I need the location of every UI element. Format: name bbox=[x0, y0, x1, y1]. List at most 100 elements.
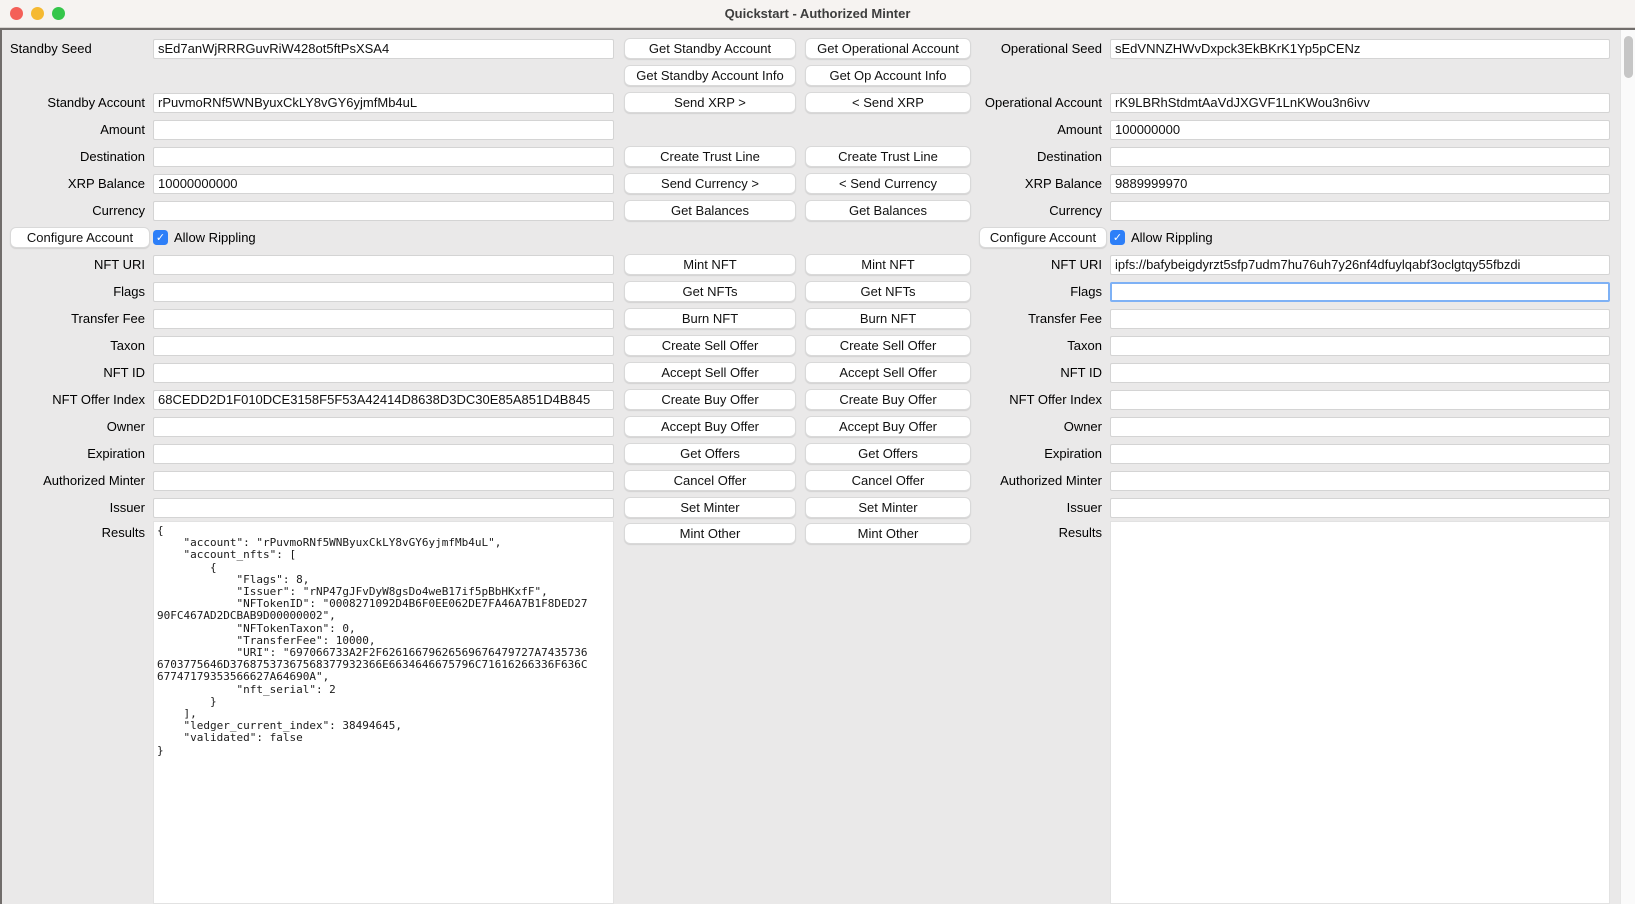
operational-transfer-fee-input[interactable] bbox=[1110, 309, 1610, 329]
operational-account-input[interactable] bbox=[1110, 93, 1610, 113]
standby-nft-id-input[interactable] bbox=[153, 363, 614, 383]
row-destination: Destination Create Trust Line Create Tru… bbox=[2, 143, 1635, 170]
standby-create-sell-offer-button[interactable]: Create Sell Offer bbox=[624, 335, 796, 356]
operational-mint-nft-button[interactable]: Mint NFT bbox=[805, 254, 971, 275]
operational-allow-rippling-checkbox[interactable]: ✓ bbox=[1110, 230, 1125, 245]
row-results: Results { "account": "rPuvmoRNf5WNByuxCk… bbox=[2, 521, 1635, 904]
standby-get-nfts-button[interactable]: Get NFTs bbox=[624, 281, 796, 302]
operational-issuer-input[interactable] bbox=[1110, 498, 1610, 518]
row-xrp-balance: XRP Balance Send Currency > < Send Curre… bbox=[2, 170, 1635, 197]
operational-amount-input[interactable] bbox=[1110, 120, 1610, 140]
standby-results-textarea[interactable]: { "account": "rPuvmoRNf5WNByuxCkLY8vGY6y… bbox=[153, 521, 614, 904]
operational-taxon-input[interactable] bbox=[1110, 336, 1610, 356]
get-standby-account-info-button[interactable]: Get Standby Account Info bbox=[624, 65, 796, 86]
operational-xrp-balance-input[interactable] bbox=[1110, 174, 1610, 194]
operational-flags-input[interactable] bbox=[1110, 282, 1610, 302]
operational-destination-input[interactable] bbox=[1110, 147, 1610, 167]
standby-owner-input[interactable] bbox=[153, 417, 614, 437]
operational-currency-input[interactable] bbox=[1110, 201, 1610, 221]
standby-amount-input[interactable] bbox=[153, 120, 614, 140]
standby-destination-input[interactable] bbox=[153, 147, 614, 167]
standby-currency-input[interactable] bbox=[153, 201, 614, 221]
operational-expiration-input[interactable] bbox=[1110, 444, 1610, 464]
operational-accept-sell-offer-button[interactable]: Accept Sell Offer bbox=[805, 362, 971, 383]
window-title: Quickstart - Authorized Minter bbox=[725, 6, 911, 21]
operational-seed-label: Operational Seed bbox=[979, 41, 1107, 56]
standby-taxon-label: Taxon bbox=[2, 338, 150, 353]
standby-cancel-offer-button[interactable]: Cancel Offer bbox=[624, 470, 796, 491]
standby-nft-uri-input[interactable] bbox=[153, 255, 614, 275]
standby-create-buy-offer-button[interactable]: Create Buy Offer bbox=[624, 389, 796, 410]
standby-taxon-input[interactable] bbox=[153, 336, 614, 356]
operational-nft-uri-input[interactable] bbox=[1110, 255, 1610, 275]
operational-accept-buy-offer-button[interactable]: Accept Buy Offer bbox=[805, 416, 971, 437]
operational-owner-input[interactable] bbox=[1110, 417, 1610, 437]
standby-authorized-minter-input[interactable] bbox=[153, 471, 614, 491]
zoom-button[interactable] bbox=[52, 7, 65, 20]
operational-get-nfts-button[interactable]: Get NFTs bbox=[805, 281, 971, 302]
standby-get-balances-button[interactable]: Get Balances bbox=[624, 200, 796, 221]
operational-set-minter-button[interactable]: Set Minter bbox=[805, 497, 971, 518]
standby-issuer-input[interactable] bbox=[153, 498, 614, 518]
operational-send-xrp-button[interactable]: < Send XRP bbox=[805, 92, 971, 113]
operational-results-textarea[interactable] bbox=[1110, 521, 1610, 904]
operational-send-currency-button[interactable]: < Send Currency bbox=[805, 173, 971, 194]
operational-nft-id-input[interactable] bbox=[1110, 363, 1610, 383]
row-account-info: Get Standby Account Info Get Op Account … bbox=[2, 62, 1635, 89]
standby-nft-uri-label: NFT URI bbox=[2, 257, 150, 272]
standby-flags-input[interactable] bbox=[153, 282, 614, 302]
operational-create-trust-line-button[interactable]: Create Trust Line bbox=[805, 146, 971, 167]
standby-allow-rippling-checkbox[interactable]: ✓ bbox=[153, 230, 168, 245]
operational-nft-offer-index-label: NFT Offer Index bbox=[979, 392, 1107, 407]
close-button[interactable] bbox=[10, 7, 23, 20]
operational-authorized-minter-input[interactable] bbox=[1110, 471, 1610, 491]
standby-mint-other-button[interactable]: Mint Other bbox=[624, 523, 796, 544]
minimize-button[interactable] bbox=[31, 7, 44, 20]
row-currency: Currency Get Balances Get Balances Curre… bbox=[2, 197, 1635, 224]
standby-get-offers-button[interactable]: Get Offers bbox=[624, 443, 796, 464]
title-bar[interactable]: Quickstart - Authorized Minter bbox=[0, 0, 1635, 28]
operational-nft-offer-index-input[interactable] bbox=[1110, 390, 1610, 410]
operational-mint-other-button[interactable]: Mint Other bbox=[805, 523, 971, 544]
operational-seed-input[interactable] bbox=[1110, 39, 1610, 59]
checkmark-icon: ✓ bbox=[156, 231, 165, 244]
standby-create-trust-line-button[interactable]: Create Trust Line bbox=[624, 146, 796, 167]
row-amount: Amount Amount bbox=[2, 116, 1635, 143]
operational-get-balances-button[interactable]: Get Balances bbox=[805, 200, 971, 221]
standby-xrp-balance-input[interactable] bbox=[153, 174, 614, 194]
standby-accept-buy-offer-button[interactable]: Accept Buy Offer bbox=[624, 416, 796, 437]
vertical-scrollbar[interactable] bbox=[1620, 30, 1635, 904]
get-standby-account-button[interactable]: Get Standby Account bbox=[624, 38, 796, 59]
operational-create-sell-offer-button[interactable]: Create Sell Offer bbox=[805, 335, 971, 356]
standby-nft-offer-index-input[interactable] bbox=[153, 390, 614, 410]
standby-send-currency-button[interactable]: Send Currency > bbox=[624, 173, 796, 194]
standby-send-xrp-button[interactable]: Send XRP > bbox=[624, 92, 796, 113]
standby-destination-label: Destination bbox=[2, 149, 150, 164]
operational-burn-nft-button[interactable]: Burn NFT bbox=[805, 308, 971, 329]
row-taxon: Taxon Create Sell Offer Create Sell Offe… bbox=[2, 332, 1635, 359]
operational-authorized-minter-label: Authorized Minter bbox=[979, 473, 1107, 488]
operational-cancel-offer-button[interactable]: Cancel Offer bbox=[805, 470, 971, 491]
standby-configure-account-button[interactable]: Configure Account bbox=[10, 227, 150, 248]
standby-burn-nft-button[interactable]: Burn NFT bbox=[624, 308, 796, 329]
standby-set-minter-button[interactable]: Set Minter bbox=[624, 497, 796, 518]
standby-expiration-input[interactable] bbox=[153, 444, 614, 464]
standby-transfer-fee-input[interactable] bbox=[153, 309, 614, 329]
get-operational-account-button[interactable]: Get Operational Account bbox=[805, 38, 971, 59]
operational-get-offers-button[interactable]: Get Offers bbox=[805, 443, 971, 464]
operational-create-buy-offer-button[interactable]: Create Buy Offer bbox=[805, 389, 971, 410]
operational-destination-label: Destination bbox=[979, 149, 1107, 164]
operational-allow-rippling-label: Allow Rippling bbox=[1131, 230, 1213, 245]
scrollbar-thumb[interactable] bbox=[1624, 36, 1633, 78]
standby-seed-input[interactable] bbox=[153, 39, 614, 59]
standby-mint-nft-button[interactable]: Mint NFT bbox=[624, 254, 796, 275]
get-op-account-info-button[interactable]: Get Op Account Info bbox=[805, 65, 971, 86]
operational-configure-account-button[interactable]: Configure Account bbox=[979, 227, 1107, 248]
row-flags: Flags Get NFTs Get NFTs Flags bbox=[2, 278, 1635, 305]
standby-account-input[interactable] bbox=[153, 93, 614, 113]
standby-nft-id-label: NFT ID bbox=[2, 365, 150, 380]
operational-amount-label: Amount bbox=[979, 122, 1107, 137]
row-nft-uri: NFT URI Mint NFT Mint NFT NFT URI bbox=[2, 251, 1635, 278]
operational-owner-label: Owner bbox=[979, 419, 1107, 434]
standby-accept-sell-offer-button[interactable]: Accept Sell Offer bbox=[624, 362, 796, 383]
